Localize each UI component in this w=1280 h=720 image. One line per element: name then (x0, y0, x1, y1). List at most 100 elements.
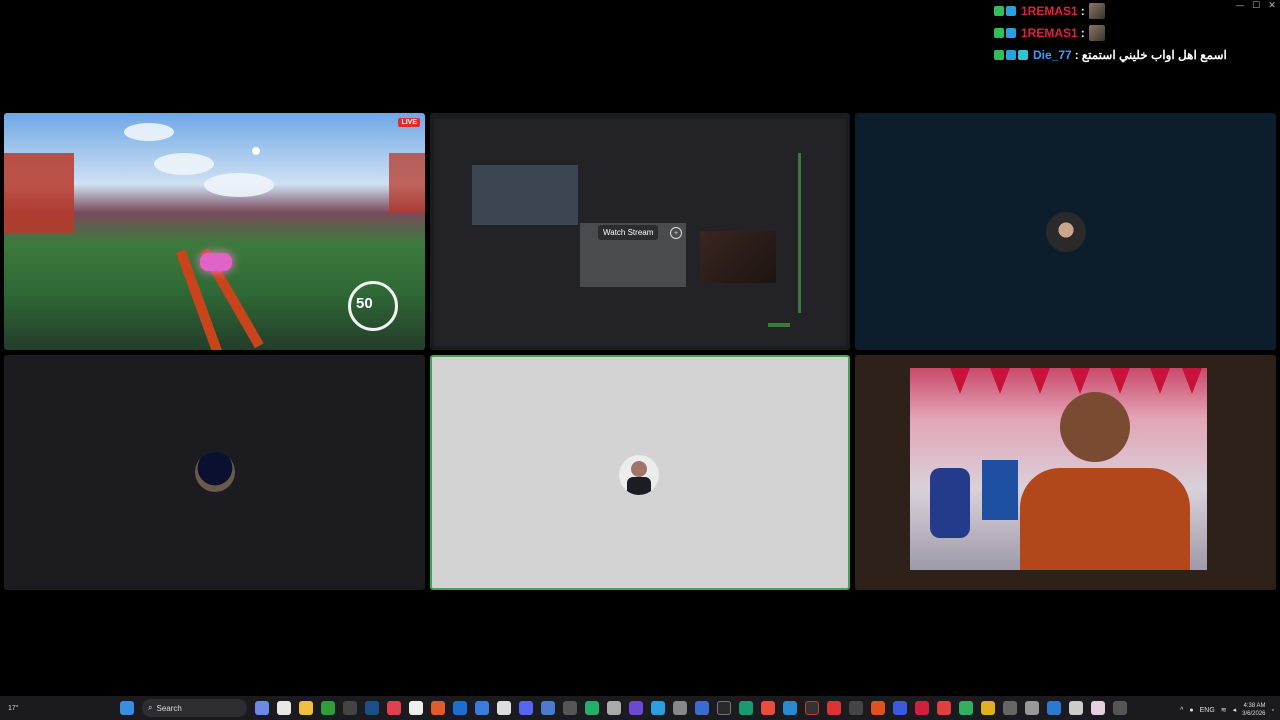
app-icon[interactable] (937, 701, 951, 715)
language-indicator[interactable]: ENG (1200, 707, 1215, 714)
chat-separator: : (1080, 4, 1085, 18)
app-icon[interactable] (629, 701, 643, 715)
bunting-flag (1110, 368, 1130, 394)
bunting-flag (1182, 368, 1202, 394)
chat-text: اسمع اهل اواب خليني استمتع (1081, 48, 1227, 62)
zoom-icon[interactable]: + (670, 227, 682, 239)
app-icon[interactable] (805, 701, 819, 715)
person-body (1020, 468, 1190, 570)
task-view-icon[interactable] (277, 701, 291, 715)
nvidia-icon[interactable] (739, 701, 753, 715)
moderator-badge-icon (994, 28, 1004, 38)
app-icon[interactable] (915, 701, 929, 715)
cloud (124, 123, 174, 141)
steam-icon[interactable] (365, 701, 379, 715)
subscriber-badge-icon (1006, 28, 1016, 38)
goal-structure (4, 153, 74, 233)
calculator-icon[interactable] (343, 701, 357, 715)
audio-meter (798, 153, 801, 313)
app-icon[interactable] (541, 701, 555, 715)
app-icon[interactable] (717, 701, 731, 715)
bunting-flag (950, 368, 970, 394)
video-tile-user[interactable] (4, 355, 425, 590)
copilot-icon[interactable] (255, 701, 269, 715)
chat-username: Die_77 (1033, 48, 1072, 62)
emote-icon (1088, 25, 1105, 41)
video-tile-user[interactable] (855, 113, 1276, 350)
bunting-flag (1070, 368, 1090, 394)
subscriber-badge-icon (1006, 50, 1016, 60)
file-explorer-icon[interactable] (299, 701, 313, 715)
clock[interactable]: 4:38 AM 3/6/2026 (1242, 702, 1265, 718)
chat-message: Die_77 : اسمع اهل اواب خليني استمتع (994, 44, 1274, 66)
cloud (204, 173, 274, 197)
telegram-icon[interactable] (651, 701, 665, 715)
edge-icon[interactable] (783, 701, 797, 715)
app-icon[interactable] (959, 701, 973, 715)
person-head (1060, 392, 1130, 462)
app-icon[interactable] (387, 701, 401, 715)
xbox-icon[interactable] (321, 701, 335, 715)
weather-temp: 17° (8, 704, 19, 712)
app-icon[interactable] (1113, 701, 1127, 715)
chevron-up-icon[interactable]: ^ (1180, 707, 1183, 714)
app-icon[interactable] (453, 701, 467, 715)
app-icon[interactable] (497, 701, 511, 715)
app-icon[interactable] (475, 701, 489, 715)
search-placeholder: Search (156, 703, 182, 713)
moderator-badge-icon (994, 50, 1004, 60)
user-avatar (1046, 212, 1086, 252)
wifi-icon[interactable]: ≋ (1221, 706, 1227, 714)
chat-username: 1REMAS1 (1021, 26, 1078, 40)
obs-icon[interactable] (409, 701, 423, 715)
live-badge: LIVE (398, 118, 420, 127)
app-icon[interactable] (607, 701, 621, 715)
music-icon[interactable] (849, 701, 863, 715)
app-icon[interactable] (1069, 701, 1083, 715)
video-tile-screen-share[interactable]: Watch Stream + (430, 113, 850, 350)
preview-panel (472, 165, 578, 225)
discord-icon[interactable] (519, 701, 533, 715)
search-box[interactable]: ⌕ Search (142, 699, 247, 717)
volume-icon[interactable]: ◂ (1233, 706, 1237, 714)
emote-icon (1088, 3, 1105, 19)
video-tile-webcam[interactable] (855, 355, 1276, 590)
brave-icon[interactable] (871, 701, 885, 715)
app-icon[interactable] (695, 701, 709, 715)
poster (982, 460, 1018, 520)
car (200, 253, 232, 271)
moderator-badge-icon (994, 6, 1004, 16)
bunting-flag (1030, 368, 1050, 394)
bunting-flag (990, 368, 1010, 394)
app-icon[interactable] (1091, 701, 1105, 715)
app-icon[interactable] (563, 701, 577, 715)
cloud (154, 153, 214, 175)
chrome-icon[interactable] (761, 701, 775, 715)
app-icon[interactable] (1025, 701, 1039, 715)
weather-widget[interactable]: 17° (0, 696, 40, 720)
clock-date: 3/6/2026 (1242, 711, 1266, 717)
search-icon: ⌕ (148, 703, 153, 712)
chat-separator: : (1074, 48, 1079, 62)
user-avatar (195, 452, 235, 492)
microphone-icon[interactable]: ● (1189, 707, 1193, 714)
chat-username: 1REMAS1 (1021, 4, 1078, 18)
watch-stream-button[interactable]: Watch Stream (598, 225, 659, 240)
app-icon[interactable] (827, 701, 841, 715)
clock-time: 4:38 AM (1243, 703, 1266, 709)
app-icon[interactable] (893, 701, 907, 715)
app-icon[interactable] (431, 701, 445, 715)
app-icon[interactable] (673, 701, 687, 715)
notification-icon[interactable]: ▫ (1272, 707, 1274, 714)
app-icon[interactable] (585, 701, 599, 715)
app-icon[interactable] (1047, 701, 1061, 715)
boost-value: 50 (356, 295, 373, 312)
figurine (930, 468, 970, 538)
app-icon[interactable] (981, 701, 995, 715)
video-tile-active-speaker[interactable] (430, 355, 850, 590)
app-icon[interactable] (1003, 701, 1017, 715)
progress-marker (768, 323, 790, 327)
taskbar: 17° ⌕ Search ^ ● ENG ≋ ◂ 4:38 AM 3/6/202… (0, 696, 1280, 720)
video-tile-game-stream[interactable]: 50 LIVE (4, 113, 425, 350)
start-icon[interactable] (120, 701, 134, 715)
